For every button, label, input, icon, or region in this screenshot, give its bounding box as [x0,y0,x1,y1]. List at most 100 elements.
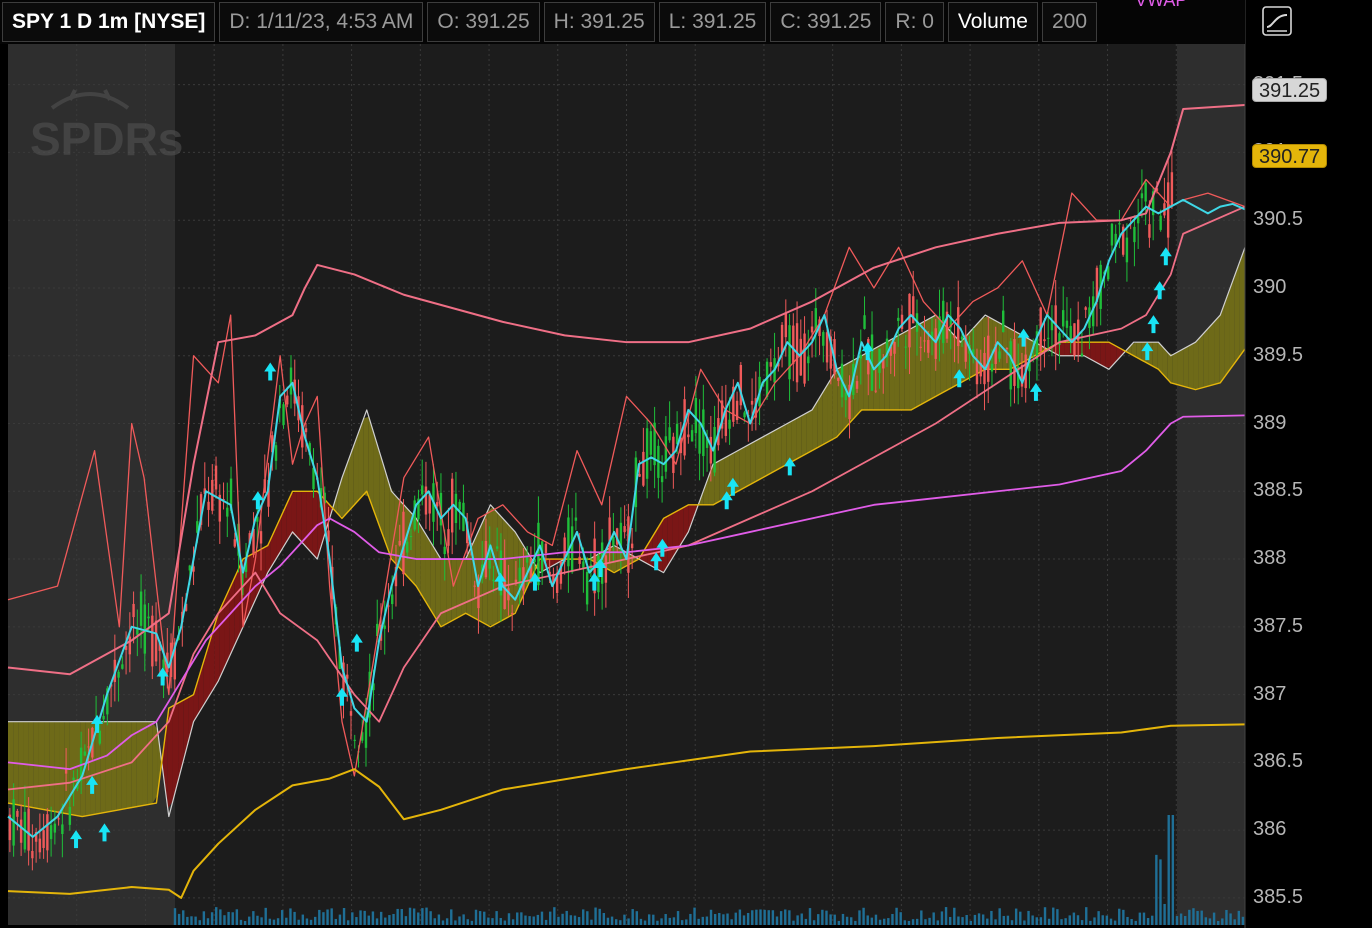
volume-bar-55 [235,909,239,925]
candle-body-182 [690,430,694,442]
cloud-segment-149 [775,426,782,471]
volume-bar-129 [540,911,544,925]
volume-bar-191 [796,915,799,925]
candle-body-13 [57,818,60,820]
volume-bar-230 [957,916,960,925]
candle-body-116 [443,546,446,555]
volume-bar-75 [318,909,321,925]
volume-bar-141 [590,919,593,925]
cloud-segment-18 [100,721,106,814]
volume-bar-255 [1060,919,1063,925]
candle-body-100 [383,625,386,629]
chart-header: SPY 1 D 1m [NYSE] D: 1/11/23, 4:53 AM O:… [0,0,1245,44]
volume-bar-140 [586,911,589,925]
chart-style-icon[interactable] [1262,6,1292,36]
candle-body-92 [353,739,356,741]
candle-body-17 [72,777,75,781]
candle-body-296 [1118,223,1121,225]
candle-body-60 [233,539,236,547]
volume-bar-264 [1097,911,1100,925]
volume-bar-209 [870,917,874,925]
cloud-segment-234 [1214,316,1220,385]
cloud-segment-151 [786,421,792,465]
volume-bar-237 [986,918,989,925]
volume-bar-156 [652,914,655,925]
volume-bar-119 [499,918,502,925]
volume-bar-297 [1233,919,1236,925]
volume-bar-269 [1118,908,1121,925]
volume-bar-100 [421,908,424,925]
volume-bar-58 [248,916,251,925]
symbol-label[interactable]: SPY 1 D 1m [NYSE] [2,2,216,42]
volume-bar-177 [738,909,742,925]
candle-body-159 [604,555,608,583]
candle-body-217 [822,332,825,346]
cloud-segment-55 [291,491,297,537]
candle-body-247 [934,328,937,359]
cloud-segment-86 [451,559,457,622]
volume-bar-287 [1192,908,1195,925]
price-chart[interactable]: SPDRs [0,0,1372,928]
cloud-segment-205 [1064,342,1070,356]
volume-bar-123 [516,912,519,925]
candle-body-107 [409,535,413,537]
volume-bar-70 [297,919,300,925]
cloud-segment-168 [873,346,880,410]
volume-bar-135 [565,910,568,925]
volume-bar-196 [817,914,820,925]
volume-bar-228 [948,916,952,925]
volume-bar-253 [1052,907,1055,925]
volume-bar-65 [276,918,280,925]
candle-body-192 [728,419,731,429]
volume-bar-180 [751,910,754,925]
volume-bar-222 [924,919,927,925]
cloud-segment-226 [1172,351,1178,385]
volume-bar-231 [961,917,964,925]
cloud-segment-87 [456,559,462,619]
volume-bar-258 [1072,912,1076,925]
volume-bar-236 [981,914,985,925]
volume-bar-170 [709,909,713,925]
volume-bar-281 [1167,815,1170,925]
candle-body-16 [68,806,72,825]
volume-bar-47 [202,911,206,925]
volume-bar-257 [1068,915,1071,925]
candle-body-168 [638,474,641,477]
cloud-segment-15 [85,721,91,817]
candle-body-35 [139,591,143,626]
candle-body-149 [567,517,570,567]
volume-bar-82 [346,920,350,925]
volume-bar-89 [375,918,379,925]
volume-bar-106 [445,918,449,925]
candle-body-175 [664,436,668,472]
cloud-segment-230 [1193,338,1199,390]
candle-body-55 [214,465,218,490]
volume-bar-80 [338,914,342,925]
candle-body-304 [1148,224,1151,238]
candle-body-20 [83,751,87,756]
volume-bar-272 [1130,918,1133,925]
volume-bar-51 [219,909,222,925]
volume-bar-159 [664,914,667,925]
volume-bar-81 [342,908,346,925]
price-axis-tick: 387.5 [1253,614,1304,637]
candle-body-91 [349,711,353,716]
volume-bar-234 [973,914,977,925]
candle-body-67 [259,531,263,544]
volume-bar-158 [660,918,663,925]
volume-bar-155 [647,914,651,925]
candle-body-300 [1133,226,1136,243]
cloud-segment-225 [1167,352,1173,384]
volume-bar-145 [606,917,610,925]
candle-body-227 [859,354,862,359]
volume-bar-166 [693,907,696,925]
volume-bar-217 [903,920,907,925]
candle-body-120 [458,501,461,510]
volume-bar-150 [627,918,630,925]
volume-bar-44 [190,916,193,925]
volume-bar-115 [483,911,486,925]
candle-body-195 [739,364,743,406]
candle-body-302 [1140,193,1144,199]
volume-bar-220 [915,918,919,925]
candle-body-130 [495,546,499,549]
